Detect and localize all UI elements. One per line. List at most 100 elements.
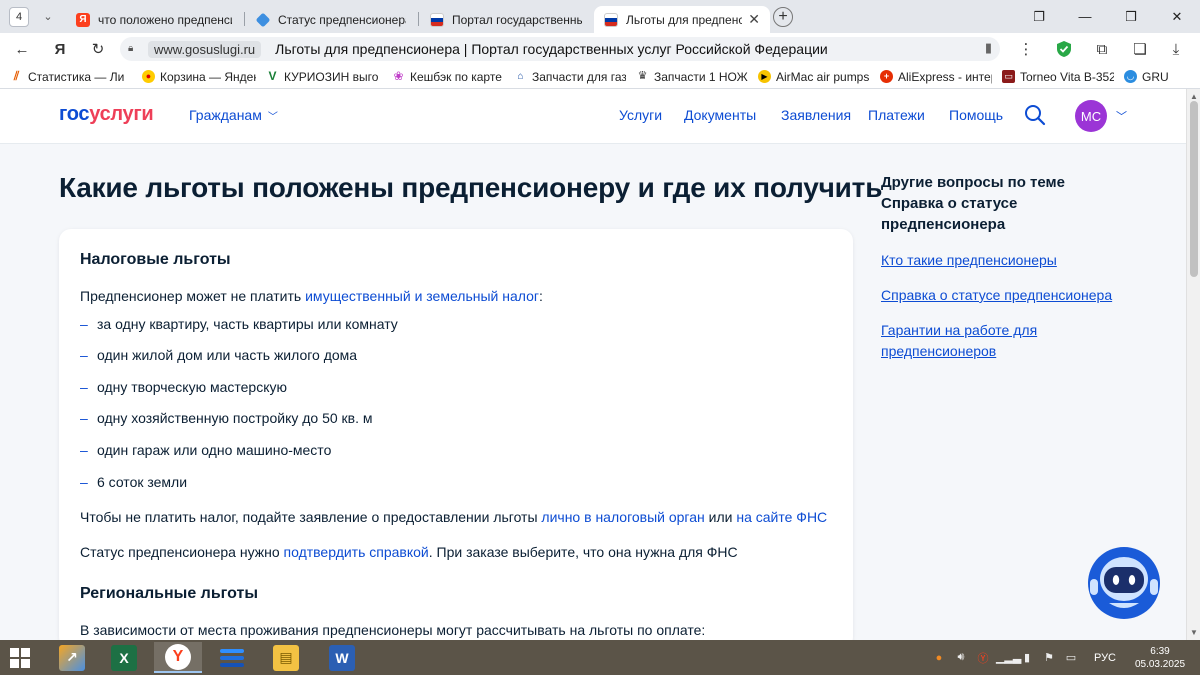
bookmarks-bar: ⫽ Статистика — Ли ● Корзина — Яндек V КУРИО… <box>0 65 1200 89</box>
address-bar[interactable]: 🔒︎ www.gosuslugi.ru Льготы для предпенси… <box>120 37 1000 61</box>
scroll-down-icon[interactable]: ▼ <box>1190 628 1198 637</box>
volume-icon[interactable]: 🔊︎ <box>952 651 970 664</box>
chevron-down-icon[interactable]: ⌄ <box>37 10 59 23</box>
flag-icon[interactable]: ⚑ <box>1040 651 1058 664</box>
yandex-browser-icon: Y <box>165 643 191 670</box>
bookmark-item[interactable]: + AliExpress - интер <box>880 70 992 84</box>
search-icon[interactable] <box>1024 104 1046 126</box>
nav-services[interactable]: Услуги <box>619 107 662 123</box>
windows-taskbar: ↗ X Y ▤ W ● 🔊︎ Ⓨ ▁▂▃ ▮ ⚑ ▭ РУС 6:39 05.0… <box>0 640 1200 675</box>
browser-tab-3[interactable]: Портал государственных услуг <box>420 6 592 33</box>
minimize-icon[interactable]: — <box>1062 0 1108 33</box>
yandex-tray-icon[interactable]: Ⓨ <box>974 650 992 666</box>
bookmark-item[interactable]: ⫽ Статистика — Ли <box>10 70 132 84</box>
tab-manager-icon[interactable]: ❐ <box>1016 0 1062 33</box>
related-link-work-guarantees[interactable]: Гарантии на работе для предпенсионеров <box>881 320 1071 362</box>
collections-icon[interactable]: ❏ <box>1128 37 1152 61</box>
chevron-down-icon[interactable]: ﹀ <box>1116 108 1127 124</box>
browser-tab-2[interactable]: Статус предпенсионера <box>246 6 416 33</box>
tab-title: Статус предпенсионера <box>278 12 406 27</box>
shield-check-icon[interactable] <box>1052 37 1076 61</box>
window-controls: ❐ — ❒ ✕ <box>1016 0 1200 33</box>
torneo-icon: ▭ <box>1002 70 1015 83</box>
regional-benefits-heading: Региональные льготы <box>80 585 259 602</box>
nav-applications[interactable]: Заявления <box>781 107 851 123</box>
browser-tab-active[interactable]: Льготы для предпенсионера ✕ <box>594 6 770 33</box>
taskbar-app-weather[interactable]: ↗ <box>48 642 96 673</box>
nav-payments[interactable]: Платежи <box>868 107 925 123</box>
more-vertical-icon[interactable]: ⋮ <box>1014 37 1038 61</box>
browser-tab-1[interactable]: Я что положено предпенсионеру <box>66 6 242 33</box>
taskbar-app-stack[interactable] <box>208 642 256 673</box>
new-tab-button[interactable]: + <box>773 7 793 27</box>
taskbar-app-explorer[interactable]: ▤ <box>262 642 310 673</box>
play-icon: ▶ <box>758 70 771 83</box>
address-domain: www.gosuslugi.ru <box>148 40 262 58</box>
bookmark-item[interactable]: ❀ Кешбэк по карте <box>392 70 504 84</box>
husqvarna-icon: ♛ <box>637 70 648 82</box>
download-icon[interactable]: ⤓ <box>1164 37 1188 61</box>
close-window-icon[interactable]: ✕ <box>1154 0 1200 33</box>
bookmark-icon[interactable]: ▮ <box>985 40 992 56</box>
display-icon[interactable]: ▭ <box>1062 651 1080 664</box>
reload-icon[interactable]: ↻ <box>86 37 110 61</box>
audience-dropdown[interactable]: Гражданам ﹀ <box>189 107 278 123</box>
fns-site-link[interactable]: на сайте ФНС <box>736 509 827 525</box>
scroll-thumb[interactable] <box>1190 101 1198 277</box>
dash-bullet-icon: – <box>80 316 88 332</box>
related-link-status-certificate[interactable]: Справка о статусе предпенсионера <box>881 285 1121 306</box>
confirm-certificate-link[interactable]: подтвердить справкой <box>284 544 429 560</box>
dash-bullet-icon: – <box>80 474 88 490</box>
bookmark-item[interactable]: ▶ AirMac air pumps <box>758 70 870 84</box>
nav-documents[interactable]: Документы <box>684 107 756 123</box>
scroll-up-icon[interactable]: ▲ <box>1190 92 1198 101</box>
stats-icon: ⫽ <box>13 69 20 83</box>
clock-time: 6:39 <box>1150 645 1170 657</box>
drop-favicon-icon <box>255 12 271 27</box>
taskbar-app-yandex-browser[interactable]: Y <box>154 642 202 673</box>
taskbar-app-excel[interactable]: X <box>100 642 148 673</box>
windows-start-icon[interactable] <box>10 648 30 668</box>
address-page-title: Льготы для предпенсионера | Портал госуд… <box>275 41 828 57</box>
tab-title: Льготы для предпенсионера <box>626 12 743 27</box>
robot-assistant-icon[interactable] <box>1087 541 1161 619</box>
related-link-who-are[interactable]: Кто такие предпенсионеры <box>881 250 1121 271</box>
input-language[interactable]: РУС <box>1094 652 1116 664</box>
dash-bullet-icon: – <box>80 379 88 395</box>
clock-date: 05.03.2025 <box>1134 658 1186 670</box>
battery-icon[interactable]: ▮ <box>1018 651 1036 664</box>
user-avatar[interactable]: МС <box>1075 100 1107 132</box>
close-tab-icon[interactable]: ✕ <box>748 11 760 28</box>
tab-title: что положено предпенсионеру <box>98 12 232 27</box>
page-title: Какие льготы положены предпенсионеру и г… <box>59 172 883 203</box>
list-item: –6 соток земли <box>80 474 188 490</box>
regional-intro-paragraph: В зависимости от места проживания предпе… <box>80 622 706 638</box>
list-item: – за одну квартиру, часть квартиры или ко… <box>80 316 398 332</box>
bookmark-item[interactable]: ♛ Запчасти 1 НОЖ, <box>636 70 748 84</box>
tax-office-link[interactable]: лично в налоговый орган <box>541 509 704 525</box>
chevron-down-icon: ﹀ <box>267 112 278 123</box>
bookmark-item[interactable]: V КУРИОЗИН выго <box>266 70 382 84</box>
yandex-home-icon[interactable]: Я <box>48 37 72 61</box>
nav-help[interactable]: Помощь <box>949 107 1003 123</box>
tab-count-badge[interactable]: 4 <box>9 6 29 27</box>
taskbar-app-word[interactable]: W <box>318 642 366 673</box>
lock-icon[interactable]: 🔒︎ <box>128 43 140 55</box>
bookmark-item[interactable]: ◡ GRU <box>1124 70 1176 84</box>
restore-icon[interactable]: ❒ <box>1108 0 1154 33</box>
extensions-puzzle-icon[interactable]: ⧉ <box>1090 37 1114 61</box>
apply-paragraph: Чтобы не платить налог, подайте заявлени… <box>80 509 828 525</box>
back-arrow-icon[interactable]: ← <box>10 37 34 61</box>
system-clock[interactable]: 6:39 05.03.2025 <box>1130 645 1190 671</box>
network-signal-icon[interactable]: ▁▂▃ <box>996 651 1021 664</box>
tray-app-icon[interactable]: ● <box>930 652 948 664</box>
show-desktop-button[interactable] <box>1190 640 1200 675</box>
bookmark-item[interactable]: ▭ Torneo Vita B-352 <box>1002 70 1114 84</box>
property-land-tax-link[interactable]: имущественный и земельный налог <box>305 288 539 304</box>
gosuslugi-logo[interactable]: госуслуги <box>59 103 154 126</box>
parts-icon: ⌂ <box>517 71 524 82</box>
status-paragraph: Статус предпенсионера нужно подтвердить … <box>80 544 738 560</box>
bookmark-item[interactable]: ● Корзина — Яндек <box>142 70 256 84</box>
bookmark-item[interactable]: ⌂ Запчасти для газ <box>514 70 626 84</box>
page-scrollbar[interactable]: ▲ ▼ <box>1186 89 1200 640</box>
